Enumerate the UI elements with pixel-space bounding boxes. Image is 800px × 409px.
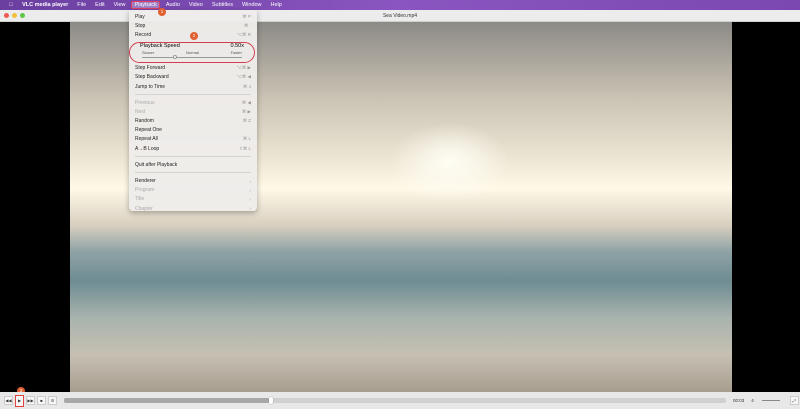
progress-knob[interactable] bbox=[269, 397, 274, 404]
minimize-button[interactable] bbox=[12, 13, 17, 18]
stop-button[interactable]: ■ bbox=[37, 396, 46, 405]
window-title: Sea Video.mp4 bbox=[382, 13, 418, 19]
shortcut: ⌘ L bbox=[242, 136, 251, 142]
menu-video[interactable]: Video bbox=[189, 2, 203, 8]
menu-item-label: Next bbox=[135, 108, 146, 115]
menu-item[interactable]: Step Forward ⌥⌘ ▶ bbox=[129, 64, 257, 73]
menu-item-label: Jump to Time bbox=[135, 83, 166, 90]
speed-value: 0.50x bbox=[230, 43, 244, 49]
fullscreen-button[interactable]: ⤢ bbox=[789, 396, 799, 405]
shortcut: ⌘ ◀ bbox=[241, 99, 251, 105]
menu-edit[interactable]: Edit bbox=[95, 2, 104, 8]
menu-view[interactable]: View bbox=[114, 2, 126, 8]
volume-icon: 4 bbox=[751, 398, 754, 403]
chevron-right-icon: › bbox=[249, 206, 252, 212]
menu-subtitles[interactable]: Subtitles bbox=[212, 2, 233, 8]
normal-label: Normal bbox=[186, 50, 199, 55]
menu-item[interactable]: Title › bbox=[129, 195, 257, 204]
control-bar: ◀◀ ▶ ▶▶ ■ ☰ 00:03 4 ⤢ bbox=[0, 392, 800, 409]
step-badge-2: 2 bbox=[190, 32, 198, 40]
app-menu[interactable]: VLC media player bbox=[22, 2, 68, 8]
menu-bar:  VLC media player File Edit View Playba… bbox=[0, 0, 800, 10]
menu-item-label: Step Backward bbox=[135, 74, 169, 81]
playback-speed-control[interactable]: Playback Speed 0.50x Slower Normal Faster bbox=[129, 42, 255, 63]
menu-item[interactable]: Step Backward ⌥⌘ ◀ bbox=[129, 73, 257, 82]
shortcut: ⌘ P bbox=[242, 13, 251, 19]
menu-item[interactable]: Play ⌘ P bbox=[129, 12, 257, 21]
menu-item[interactable]: Jump to Time ⌘ J bbox=[129, 82, 257, 91]
menu-item-label: Repeat All bbox=[135, 136, 158, 143]
sun-glow bbox=[390, 122, 510, 202]
menu-item-label: Record bbox=[135, 31, 152, 38]
rewind-button[interactable]: ◀◀ bbox=[4, 396, 13, 405]
progress-bar[interactable] bbox=[64, 397, 726, 404]
speed-slider[interactable] bbox=[142, 55, 242, 59]
slower-label: Slower bbox=[142, 50, 155, 55]
time-display: 00:03 bbox=[733, 398, 745, 403]
menu-item[interactable]: A→B Loop ⇧⌘ L bbox=[129, 144, 257, 153]
menu-separator bbox=[135, 172, 251, 174]
shortcut: ⌥⌘ R bbox=[236, 31, 251, 37]
menu-item[interactable]: Chapter › bbox=[129, 204, 257, 213]
menu-separator bbox=[135, 156, 251, 158]
menu-playback[interactable]: Playback bbox=[131, 1, 160, 9]
playback-menu: Play ⌘ P Stop ⌘ . Record ⌥⌘ R Step Forward ⌥⌘ ▶… bbox=[129, 10, 257, 213]
menu-item-label: Renderer bbox=[135, 178, 156, 185]
faster-label: Faster bbox=[230, 50, 242, 55]
menu-file[interactable]: File bbox=[77, 2, 86, 8]
menu-item-label: Program bbox=[135, 187, 155, 194]
menu-item-label: Random bbox=[135, 118, 154, 125]
menu-window[interactable]: Window bbox=[242, 2, 262, 8]
menu-item-label: Stop bbox=[135, 22, 146, 29]
speed-label: Playback Speed bbox=[140, 43, 180, 49]
menu-item[interactable]: Renderer › bbox=[129, 176, 257, 185]
shortcut: ⌘ . bbox=[243, 22, 251, 28]
shortcut: ⌘ J bbox=[242, 83, 251, 89]
menu-item-label: Step Forward bbox=[135, 65, 166, 72]
title-bar: Sea Video.mp4 bbox=[0, 10, 800, 22]
menu-item[interactable]: Quit after Playback bbox=[129, 160, 257, 169]
shortcut: ⌥⌘ ▶ bbox=[236, 65, 251, 71]
menu-help[interactable]: Help bbox=[271, 2, 282, 8]
shortcut: ⌘ Z bbox=[242, 118, 252, 124]
menu-item-label: Chapter bbox=[135, 205, 153, 212]
shortcut: ⌘ ▶ bbox=[241, 108, 251, 114]
close-button[interactable] bbox=[4, 13, 9, 18]
menu-item[interactable]: Program › bbox=[129, 186, 257, 195]
step-badge-1: 1 bbox=[158, 8, 166, 16]
menu-item-label: Title bbox=[135, 196, 145, 203]
volume-slider[interactable] bbox=[761, 400, 780, 401]
menu-item-label: Play bbox=[135, 13, 145, 20]
menu-item-label: A→B Loop bbox=[135, 145, 160, 152]
menu-item-label: Repeat One bbox=[135, 127, 162, 134]
chevron-right-icon: › bbox=[249, 196, 252, 202]
menu-item[interactable]: Repeat All ⌘ L bbox=[129, 135, 257, 144]
play-button[interactable]: ▶ bbox=[15, 394, 24, 407]
menu-item[interactable]: Previous ⌘ ◀ bbox=[129, 98, 257, 107]
menu-item[interactable]: Random ⌘ Z bbox=[129, 117, 257, 126]
forward-button[interactable]: ▶▶ bbox=[26, 396, 35, 405]
menu-audio[interactable]: Audio bbox=[166, 2, 180, 8]
shortcut: ⌥⌘ ◀ bbox=[236, 74, 251, 80]
chevron-right-icon: › bbox=[249, 187, 252, 193]
chevron-right-icon: › bbox=[249, 178, 252, 184]
speed-slider-knob[interactable] bbox=[173, 55, 177, 59]
zoom-button[interactable] bbox=[20, 13, 25, 18]
menu-item[interactable]: Next ⌘ ▶ bbox=[129, 107, 257, 116]
menu-item-label: Previous bbox=[135, 99, 155, 106]
apple-icon[interactable]:  bbox=[9, 2, 13, 8]
menu-item[interactable]: Repeat One bbox=[129, 126, 257, 135]
menu-item-label: Quit after Playback bbox=[135, 161, 178, 168]
playlist-button[interactable]: ☰ bbox=[48, 396, 57, 405]
shortcut: ⇧⌘ L bbox=[238, 145, 251, 151]
menu-separator bbox=[135, 94, 251, 96]
menu-item[interactable]: Stop ⌘ . bbox=[129, 21, 257, 30]
